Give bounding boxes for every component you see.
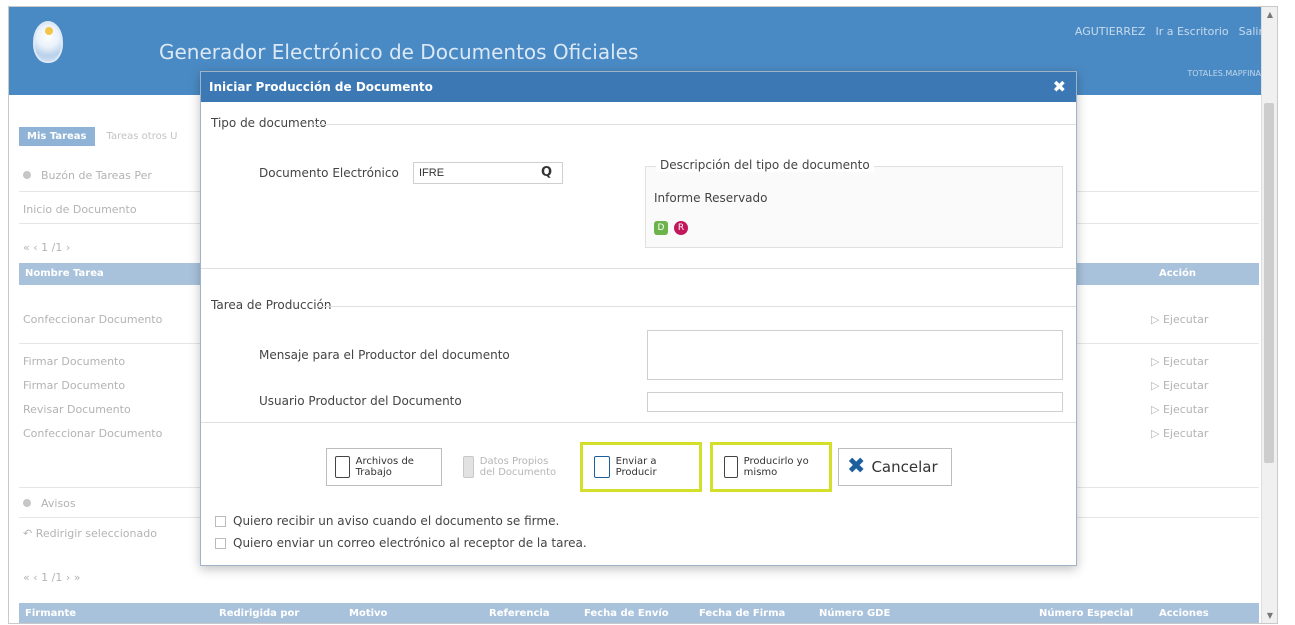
national-seal-logo [33,21,63,63]
document-icon[interactable]: D [654,221,668,235]
user-area: AGUTIERREZ Ir a Escritorio Salir [1075,25,1263,38]
task-row: Firmar Documento [23,355,126,368]
col-action: Acción [1159,268,1197,279]
desk-link[interactable]: Ir a Escritorio [1155,25,1228,38]
col-reason: Motivo [349,608,388,619]
send-email-checkbox[interactable] [215,538,226,549]
desc-icons: D R [654,221,688,235]
doc-type-description: Descripción del tipo de documento Inform… [645,158,1063,248]
producer-user-label: Usuario Productor del Documento [259,394,462,408]
send-email-label: Quiero enviar un correo electrónico al r… [233,536,587,550]
execute-link[interactable]: ▷ Ejecutar [1151,427,1208,440]
message-textarea[interactable] [647,330,1063,380]
scroll-down-icon[interactable]: ▼ [1267,611,1273,620]
scroll-up-icon[interactable]: ▲ [1267,10,1273,19]
send-to-produce-button[interactable]: Enviar a Producir [585,448,697,486]
notices-title: Avisos [23,497,76,510]
task-row: Firmar Documento [23,379,126,392]
doc-electronic-label: Documento Electrónico [259,166,399,180]
work-files-button[interactable]: Archivos de Trabajo [326,448,442,486]
section-doc-type: Tipo de documento [211,116,327,130]
col-signer: Firmante [25,608,77,619]
start-production-dialog: Iniciar Producción de Documento ✖ Tipo d… [200,71,1077,566]
attachment-icon [335,456,350,478]
share-icon [594,456,610,478]
cancel-x-icon: ✖ [847,454,866,479]
col-gde-number: Número GDE [819,608,891,619]
col-redirected-by: Redirigida por [219,608,300,619]
reserved-icon[interactable]: R [674,221,688,235]
notices-grid-header: Firmante Redirigida por Motivo Referenci… [19,603,1259,623]
logout-link[interactable]: Salir [1239,25,1263,38]
execute-link[interactable]: ▷ Ejecutar [1151,355,1208,368]
cancel-button[interactable]: ✖ Cancelar [838,448,952,486]
search-icon[interactable]: Q [541,165,557,181]
section-production-task: Tarea de Producción [211,298,332,312]
app-title: Generador Electrónico de Documentos Ofic… [159,40,639,64]
task-row: Confeccionar Documento [23,427,163,440]
col-actions: Acciones [1159,608,1209,619]
desc-text: Informe Reservado [654,191,768,205]
message-label: Mensaje para el Productor del documento [259,348,510,362]
col-reference: Referencia [489,608,550,619]
notify-on-sign-label: Quiero recibir un aviso cuando el docume… [233,514,560,528]
notify-on-sign-checkbox[interactable] [215,516,226,527]
col-task: Nombre Tarea [25,268,104,279]
scroll-thumb[interactable] [1264,103,1274,463]
vertical-scrollbar[interactable]: ▲ ▼ [1261,7,1277,623]
new-document-icon [724,456,738,478]
user-link[interactable]: AGUTIERREZ [1075,25,1146,38]
task-row: Revisar Documento [23,403,131,416]
data-icon [463,456,474,478]
redirect-button[interactable]: ↶ Redirigir seleccionado [23,527,157,540]
tab-other-tasks[interactable]: Tareas otros U [99,127,186,146]
col-special-number: Número Especial [1039,608,1134,619]
col-sign-date: Fecha de Firma [699,608,786,619]
execute-link[interactable]: ▷ Ejecutar [1151,313,1208,326]
pager[interactable]: « ‹ 1 /1 › [23,241,70,254]
tabs: Mis Tareas Tareas otros U [19,127,185,146]
desc-legend: Descripción del tipo de documento [656,158,874,172]
producer-user-input[interactable] [647,392,1063,412]
produce-myself-button[interactable]: Producirlo yo mismo [715,448,827,486]
execute-link[interactable]: ▷ Ejecutar [1151,403,1208,416]
user-subtitle: TOTALES.MAPFINA [1187,69,1261,78]
start-document-link[interactable]: Inicio de Documento [23,203,137,216]
inbox-title: Buzón de Tareas Per [23,169,152,182]
tab-my-tasks[interactable]: Mis Tareas [19,127,95,146]
dialog-title: Iniciar Producción de Documento [209,80,433,94]
col-send-date: Fecha de Envío [584,608,669,619]
close-icon[interactable]: ✖ [1053,77,1066,96]
execute-link[interactable]: ▷ Ejecutar [1151,379,1208,392]
pager-notices[interactable]: « ‹ 1 /1 › » [23,571,80,584]
task-row: Confeccionar Documento [23,313,163,326]
dialog-header: Iniciar Producción de Documento ✖ [201,72,1076,102]
document-data-button[interactable]: Datos Propios del Documento [454,448,570,486]
